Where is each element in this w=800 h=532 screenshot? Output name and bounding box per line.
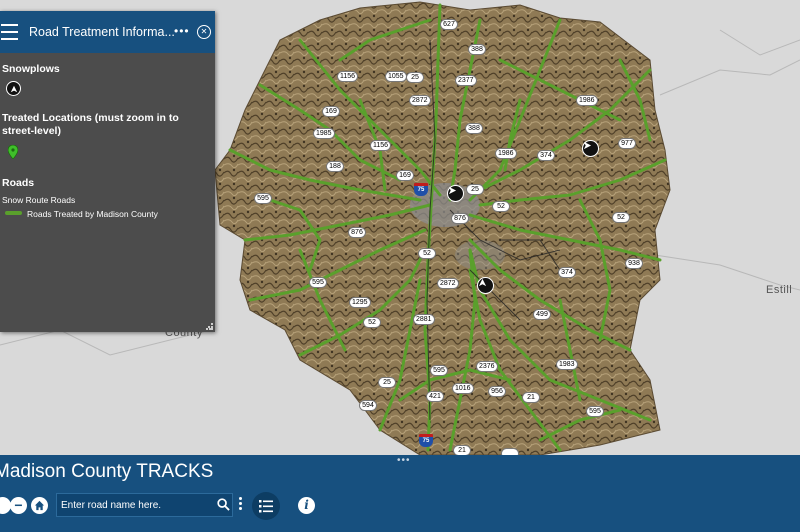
legend-heading-treated-locations: Treated Locations (must zoom in to stree… bbox=[2, 112, 179, 137]
legend-heading-roads: Roads bbox=[2, 177, 35, 189]
route-shield: 499 bbox=[533, 309, 551, 320]
route-shield: 421 bbox=[426, 391, 444, 402]
route-shield: 25 bbox=[406, 72, 424, 83]
route-shield: 595 bbox=[309, 277, 327, 288]
search-icon[interactable] bbox=[217, 498, 230, 511]
arrow-icon bbox=[478, 278, 487, 287]
app-title: Madison County TRACKS bbox=[0, 461, 214, 482]
route-shield: 2377 bbox=[455, 75, 477, 86]
route-shield: 1295 bbox=[349, 297, 371, 308]
route-shield: 374 bbox=[537, 150, 555, 161]
road-search-input[interactable] bbox=[61, 497, 211, 513]
road-swatch bbox=[5, 211, 22, 215]
layer-list-button[interactable] bbox=[252, 492, 280, 520]
route-shield: 876 bbox=[451, 213, 469, 224]
route-shield: 2872 bbox=[437, 278, 459, 289]
route-shield: 876 bbox=[348, 227, 366, 238]
home-icon bbox=[34, 500, 45, 511]
home-button[interactable] bbox=[31, 497, 48, 514]
route-shield: 388 bbox=[468, 44, 486, 55]
route-shield bbox=[501, 448, 519, 455]
route-shield: 25 bbox=[378, 377, 396, 388]
snowplow-icon bbox=[6, 81, 21, 96]
route-shield: 1986 bbox=[576, 95, 598, 106]
more-options-icon[interactable]: ••• bbox=[174, 24, 190, 38]
route-shield: 1156 bbox=[370, 140, 392, 151]
route-shield: 1016 bbox=[452, 383, 474, 394]
road-search bbox=[56, 493, 233, 517]
info-button[interactable]: i bbox=[298, 497, 315, 514]
route-shield: 52 bbox=[492, 201, 510, 212]
list-icon bbox=[259, 500, 273, 513]
panel-grip-handle[interactable]: ••• bbox=[397, 455, 411, 466]
route-shield: 52 bbox=[612, 212, 630, 223]
route-shield: 1055 bbox=[385, 71, 407, 82]
legend-label-snow-route-roads: Snow Route Roads bbox=[2, 195, 76, 205]
route-shield: 188 bbox=[326, 161, 344, 172]
route-shield: 374 bbox=[558, 267, 576, 278]
route-shield: 169 bbox=[396, 170, 414, 181]
route-shield: 52 bbox=[418, 248, 436, 259]
route-shield: 2881 bbox=[413, 314, 435, 325]
route-shield: 627 bbox=[440, 19, 458, 30]
route-shield: 1156 bbox=[337, 71, 359, 82]
interstate-shield: 75 bbox=[414, 183, 428, 196]
route-shield: 594 bbox=[359, 400, 377, 411]
route-shield: 169 bbox=[322, 106, 340, 117]
arrow-icon bbox=[448, 186, 457, 195]
arrow-icon bbox=[583, 141, 592, 150]
route-shield: 595 bbox=[254, 193, 272, 204]
route-shield: 25 bbox=[466, 184, 484, 195]
route-shield: 1983 bbox=[556, 359, 578, 370]
route-shield: 1986 bbox=[495, 148, 517, 159]
place-label-estill: Estill bbox=[766, 284, 793, 296]
route-shield: 956 bbox=[488, 386, 506, 397]
route-shield: 938 bbox=[625, 258, 643, 269]
panel-title: Road Treatment Informa... bbox=[29, 25, 175, 39]
legend-panel: Road Treatment Informa... ••• ✕ Snowplow… bbox=[0, 11, 215, 332]
interstate-shield: 75 bbox=[419, 434, 433, 447]
map-pin-icon bbox=[8, 145, 18, 159]
legend-label-treated-roads: Roads Treated by Madison County bbox=[27, 209, 158, 219]
route-shield: 1985 bbox=[313, 128, 335, 139]
route-shield: 977 bbox=[618, 138, 636, 149]
close-icon[interactable]: ✕ bbox=[197, 25, 211, 39]
route-shield: 52 bbox=[363, 317, 381, 328]
route-shield: 595 bbox=[586, 406, 604, 417]
menu-icon[interactable] bbox=[1, 22, 19, 42]
route-shield: 2872 bbox=[409, 95, 431, 106]
zoom-out-button[interactable]: − bbox=[10, 497, 27, 514]
snowplow-marker[interactable] bbox=[447, 185, 464, 202]
legend-heading-snowplows: Snowplows bbox=[2, 63, 60, 75]
snowplow-marker[interactable] bbox=[582, 140, 599, 157]
route-shield: 595 bbox=[430, 365, 448, 376]
route-shield: 21 bbox=[453, 445, 471, 455]
snowplow-marker[interactable] bbox=[477, 277, 494, 294]
bottom-bar: ••• Madison County TRACKS − i bbox=[0, 455, 800, 532]
resize-handle-icon[interactable] bbox=[206, 323, 213, 330]
vertical-dots-icon[interactable] bbox=[239, 497, 242, 512]
panel-header: Road Treatment Informa... ••• ✕ bbox=[0, 11, 215, 53]
route-shield: 388 bbox=[465, 123, 483, 134]
route-shield: 21 bbox=[522, 392, 540, 403]
route-shield: 2376 bbox=[476, 361, 498, 372]
